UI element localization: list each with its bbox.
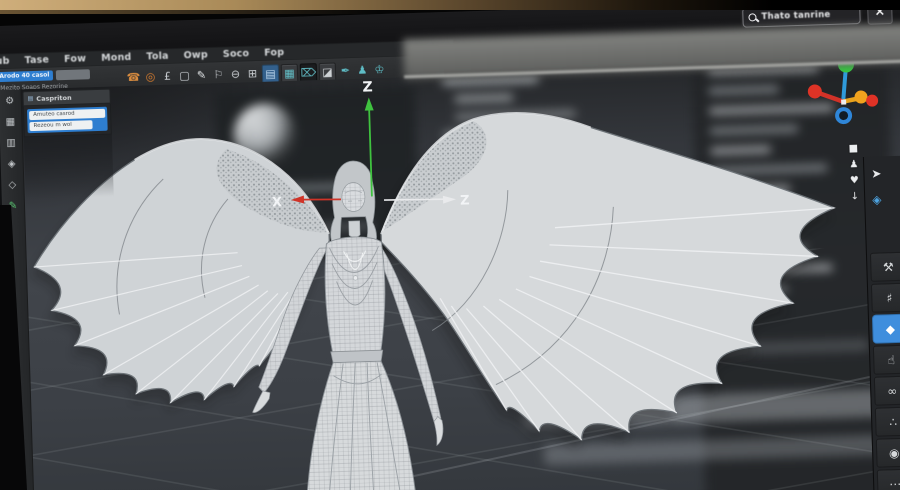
scene-panel: ▤ Caspriton Amuteo casrod Rezeou m wol xyxy=(22,88,114,200)
right-wing[interactable] xyxy=(376,102,843,447)
sphere-tool-icon[interactable]: ◉ xyxy=(875,437,900,468)
scene-panel-title: Caspriton xyxy=(36,93,72,103)
axis-ball-orange[interactable] xyxy=(854,90,868,104)
3d-viewport[interactable]: Z X Z ■ ♟ ♥ ↓ xyxy=(0,61,900,490)
more-tools-icon[interactable]: ⋯ xyxy=(876,468,900,490)
crown-icon[interactable]: ♔ xyxy=(372,61,388,78)
diamond-tool-icon[interactable]: ◈ xyxy=(8,159,16,171)
app-window: Thato tanrine × Toub Tase Fow Mond Tola … xyxy=(0,0,900,490)
zoom-tool-icon[interactable]: ⊖ xyxy=(228,65,244,82)
menu-item-4[interactable]: Tola xyxy=(146,51,169,63)
svg-text:Z: Z xyxy=(460,193,470,208)
menu-item-7[interactable]: Fop xyxy=(264,47,284,59)
breadcrumb-selected[interactable]: Arodo 40 casol xyxy=(0,69,54,82)
breadcrumb-secondary[interactable] xyxy=(56,68,91,80)
right-hand xyxy=(433,416,444,446)
menu-item-6[interactable]: Soco xyxy=(223,48,250,60)
grid-tool-icon[interactable]: ▦ xyxy=(5,117,15,129)
select-pen-icon[interactable]: ✎ xyxy=(194,66,210,83)
send-icon[interactable]: ➤ xyxy=(864,159,900,187)
duplicate-icon[interactable]: ⊞ xyxy=(245,65,261,82)
menu-item-5[interactable]: Owp xyxy=(183,50,208,62)
selected-item-group[interactable]: Amuteo casrod Rezeou m wol xyxy=(26,106,108,134)
menu-item-3[interactable]: Mond xyxy=(101,52,132,64)
region-select-icon[interactable]: ▢ xyxy=(177,67,193,84)
svg-text:X: X xyxy=(272,195,282,210)
hand-tool-icon[interactable]: ☝ xyxy=(872,344,900,375)
desk-edge-shadow xyxy=(0,10,378,14)
hammer-tool-icon[interactable]: ⚒ xyxy=(869,251,900,282)
nav-axis-gizmo[interactable] xyxy=(799,61,898,143)
monitor-photo: Thato tanrine × Toub Tase Fow Mond Tola … xyxy=(0,0,900,490)
brush-tool-icon[interactable]: ◆ xyxy=(871,313,900,344)
square-icon[interactable]: ■ xyxy=(848,143,858,154)
scatter-tool-icon[interactable]: ∴ xyxy=(874,406,900,437)
menu-item-2[interactable]: Fow xyxy=(64,53,86,65)
folder-icon: ▤ xyxy=(27,95,34,103)
search-icon xyxy=(748,13,757,22)
left-hand xyxy=(252,390,271,413)
belt xyxy=(330,349,384,364)
favorite-icon[interactable]: ♥ xyxy=(850,175,859,186)
brush-icon[interactable]: ✒ xyxy=(338,62,354,79)
axis-ball-red-right[interactable] xyxy=(866,94,879,107)
viewport-quick-icons: ■ ♟ ♥ ↓ xyxy=(848,143,859,202)
list-item[interactable]: Amuteo casrod xyxy=(29,108,106,121)
list-item[interactable]: Rezeou m wol xyxy=(29,120,93,132)
desk-edge xyxy=(0,0,900,10)
angel-wireframe-model[interactable]: Z X Z xyxy=(4,61,897,490)
user-icon[interactable]: ♟ xyxy=(849,159,858,170)
poly-tool-icon[interactable]: ◇ xyxy=(8,180,16,192)
axis-ring-blue[interactable] xyxy=(835,107,853,125)
axis-ball-red-left[interactable] xyxy=(807,84,822,99)
link-tool-icon[interactable]: ∞ xyxy=(873,375,900,406)
select-link-icon[interactable]: ☎ xyxy=(126,69,142,86)
menu-item-0[interactable]: Toub xyxy=(0,56,10,68)
layers-tool-icon[interactable]: ▥ xyxy=(6,138,16,150)
cube-icon[interactable]: ◈ xyxy=(865,185,900,213)
wrench-tool-icon[interactable]: ⚙ xyxy=(5,96,14,108)
tag-icon[interactable]: ⚐ xyxy=(211,66,227,83)
download-icon[interactable]: ↓ xyxy=(851,191,860,202)
snap-tool-icon[interactable]: ♯ xyxy=(870,282,900,313)
bind-icon[interactable]: £ xyxy=(160,68,176,85)
scene-panel-fade xyxy=(23,134,114,200)
svg-text:Z: Z xyxy=(362,79,373,95)
search-text: Thato tanrine xyxy=(761,9,831,23)
unlink-icon[interactable]: ◎ xyxy=(143,68,159,85)
menu-item-1[interactable]: Tase xyxy=(24,54,49,66)
figure-icon[interactable]: ♟ xyxy=(355,61,371,78)
